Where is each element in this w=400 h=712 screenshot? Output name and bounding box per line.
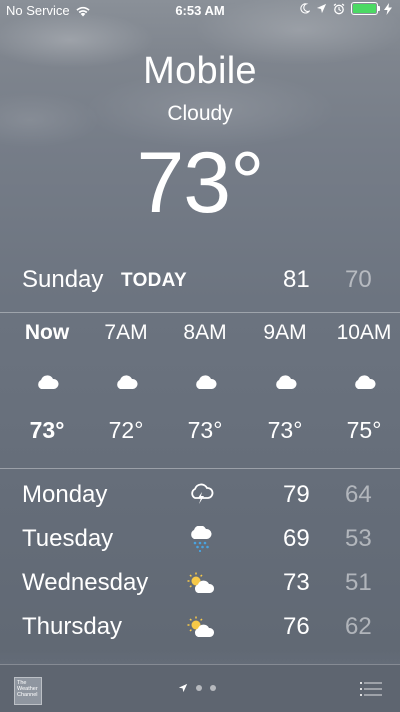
moon-icon [300, 3, 310, 14]
cloud-icon [7, 356, 87, 408]
alarm-icon [333, 3, 345, 14]
hour-temp: 75° [346, 417, 382, 443]
location-arrow-icon [178, 683, 188, 693]
day-high: 76 [283, 613, 310, 640]
day-low: 51 [345, 569, 372, 596]
daily-forecast[interactable]: Monday 79 64 Tuesday 69 53 Wednesday 73 … [0, 474, 400, 650]
hour-item: Now 73° [7, 316, 87, 448]
today-day: Sunday [22, 266, 104, 293]
hour-label: Now [24, 321, 70, 344]
partly-cloudy-icon [186, 570, 216, 596]
hour-item: 10AM 75° [324, 316, 400, 448]
hour-temp: 73° [267, 417, 303, 443]
status-bar: No Service 6:53 AM [0, 0, 400, 22]
page-indicator[interactable] [178, 683, 216, 693]
day-name: Tuesday [22, 525, 114, 552]
hour-label: 8AM [183, 321, 227, 344]
divider [0, 312, 400, 313]
battery-fill [353, 4, 376, 13]
day-name: Monday [22, 481, 108, 508]
page-dot [196, 685, 202, 691]
location-arrow-icon [316, 3, 327, 14]
thunderstorm-icon [186, 482, 216, 508]
cloud-icon [86, 356, 166, 408]
hour-label: 7AM [104, 321, 148, 344]
battery-icon [351, 2, 380, 15]
day-name: Thursday [22, 613, 123, 640]
day-high: 73 [283, 569, 310, 596]
hourly-forecast[interactable]: Now 73° 7AM 72° 8AM 73° 9AM 73° 10AM 75° [0, 316, 400, 466]
day-name: Wednesday [22, 569, 149, 596]
hour-label: 10AM [336, 321, 392, 344]
current-condition: Cloudy [167, 102, 233, 125]
today-high: 81 [283, 266, 310, 293]
cloud-icon [324, 356, 400, 408]
page-dot [210, 685, 216, 691]
divider [0, 468, 400, 469]
weather-channel-logo[interactable]: The Weather Channel [14, 677, 42, 705]
cloud-icon [245, 356, 325, 408]
day-low: 62 [345, 613, 372, 640]
hour-temp: 72° [108, 417, 144, 443]
hour-label: 9AM [263, 321, 307, 344]
list-item: Monday 79 64 [0, 474, 400, 518]
today-row: Sunday TODAY 81 70 [0, 262, 400, 302]
partly-cloudy-icon [186, 614, 216, 640]
bottom-toolbar: The Weather Channel [0, 664, 400, 712]
charging-bolt-icon [384, 2, 392, 15]
day-high: 69 [283, 525, 310, 552]
day-high: 79 [283, 481, 310, 508]
today-label: TODAY [121, 270, 187, 291]
day-low: 64 [345, 481, 372, 508]
list-item: Tuesday 69 53 [0, 518, 400, 562]
hour-item: 9AM 73° [245, 316, 325, 448]
current-temperature: 73° [136, 135, 264, 231]
list-icon[interactable] [360, 682, 382, 696]
day-low: 53 [345, 525, 372, 552]
rain-icon [186, 526, 216, 552]
hour-temp: 73° [29, 417, 65, 443]
hour-item: 7AM 72° [86, 316, 166, 448]
cloud-icon [165, 356, 245, 408]
hour-temp: 73° [187, 417, 223, 443]
list-item: Wednesday 73 51 [0, 562, 400, 606]
city-name: Mobile [143, 50, 257, 92]
hour-item: 8AM 73° [165, 316, 245, 448]
list-item: Thursday 76 62 [0, 606, 400, 650]
today-low: 70 [345, 266, 372, 293]
logo-text: The Weather Channel [17, 680, 38, 698]
